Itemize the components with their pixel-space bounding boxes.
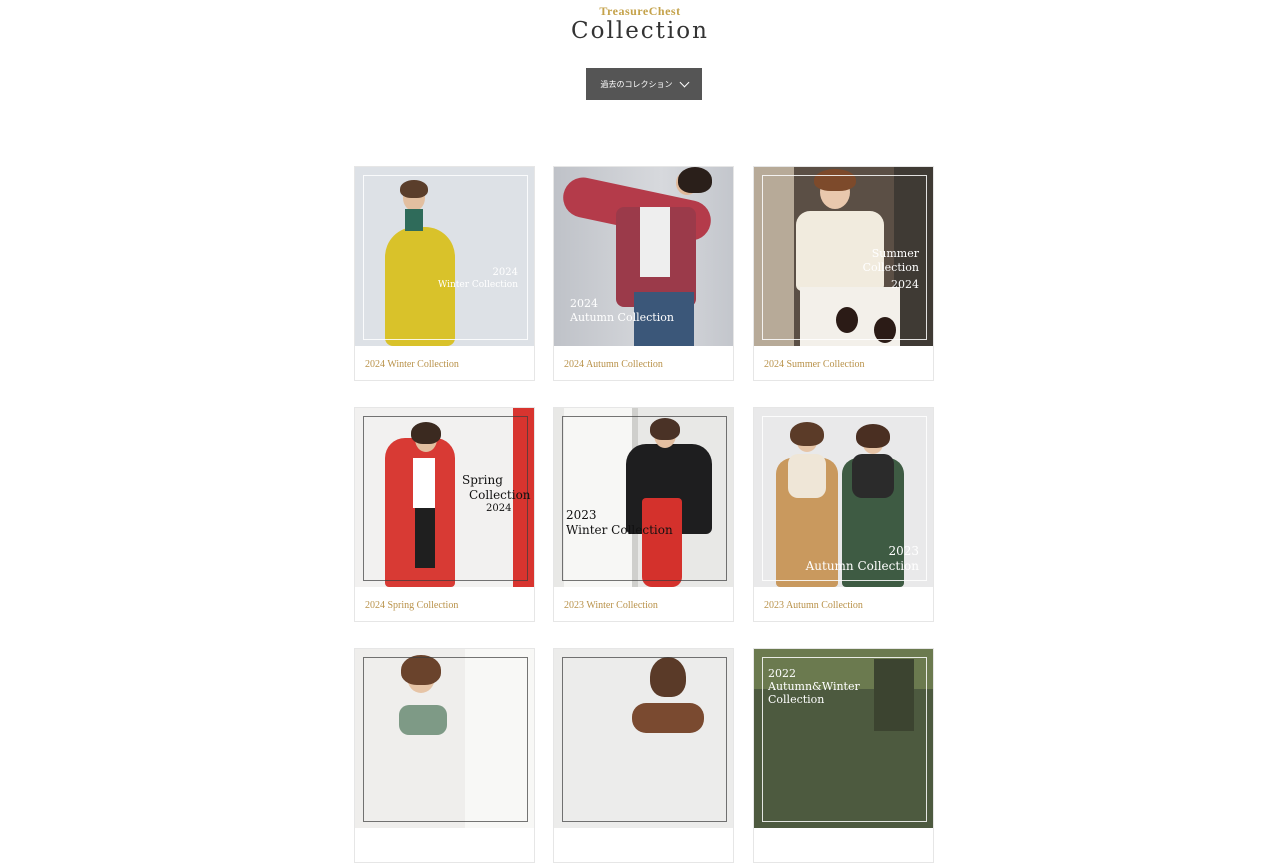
image-overlay-text: 2024 Winter Collection [437, 267, 518, 290]
collection-card[interactable] [354, 648, 535, 863]
collection-card-2024-summer[interactable]: Summer Collection 2024 2024 Summer Colle… [753, 166, 934, 381]
collection-caption[interactable]: 2023 Autumn Collection [764, 600, 863, 611]
image-overlay-text: Spring Collection 2024 [462, 473, 531, 514]
collection-image: 2023 Autumn Collection [754, 408, 933, 587]
collection-card-2022-autumn-winter[interactable]: 2022 Autumn&Winter Collection [753, 648, 934, 863]
collection-caption[interactable]: 2024 Winter Collection [365, 359, 459, 370]
collection-card-2024-autumn[interactable]: 2024 Autumn Collection 2024 Autumn Colle… [553, 166, 734, 381]
collection-card-2023-winter[interactable]: 2023 Winter Collection 2023 Winter Colle… [553, 407, 734, 622]
image-frame [562, 657, 727, 822]
collection-image: 2023 Winter Collection [554, 408, 733, 587]
collection-image: 2022 Autumn&Winter Collection [754, 649, 933, 828]
collection-caption[interactable]: 2023 Winter Collection [564, 600, 658, 611]
model-top [640, 207, 670, 277]
image-overlay-text: 2024 Autumn Collection [570, 297, 674, 324]
image-frame [562, 416, 727, 581]
collection-card[interactable] [553, 648, 734, 863]
collection-card-2024-winter[interactable]: 2024 Winter Collection 2024 Winter Colle… [354, 166, 535, 381]
image-overlay-text: 2023 Autumn Collection [805, 544, 919, 573]
collection-image: 2024 Winter Collection [355, 167, 534, 346]
collection-caption[interactable]: 2024 Autumn Collection [564, 359, 663, 370]
page-title: Collection [571, 18, 709, 44]
collection-card-2024-spring[interactable]: Spring Collection 2024 2024 Spring Colle… [354, 407, 535, 622]
collection-caption[interactable]: 2024 Summer Collection [764, 359, 865, 370]
past-collections-dropdown[interactable]: 過去のコレクション [586, 68, 702, 100]
collection-image: Summer Collection 2024 [754, 167, 933, 346]
collection-image [554, 649, 733, 828]
image-overlay-text: Summer Collection 2024 [862, 247, 919, 291]
dropdown-label: 過去のコレクション [600, 79, 673, 89]
image-frame [363, 657, 528, 822]
image-overlay-text: 2022 Autumn&Winter Collection [768, 667, 860, 707]
collection-caption[interactable]: 2024 Spring Collection [365, 600, 458, 611]
collection-image [355, 649, 534, 828]
image-overlay-text: 2023 Winter Collection [566, 508, 673, 537]
collection-card-2023-autumn[interactable]: 2023 Autumn Collection 2023 Autumn Colle… [753, 407, 934, 622]
brand-name: TreasureChest [599, 4, 681, 18]
chevron-down-icon [679, 77, 689, 87]
collection-image: 2024 Autumn Collection [554, 167, 733, 346]
image-frame [363, 175, 528, 340]
collection-image: Spring Collection 2024 [355, 408, 534, 587]
